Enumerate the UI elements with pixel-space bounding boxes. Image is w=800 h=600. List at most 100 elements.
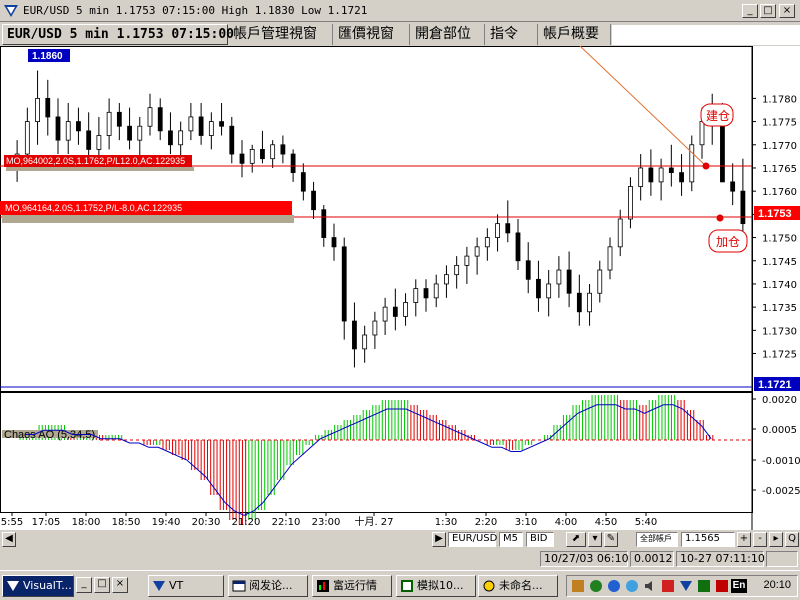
time-axis: 5:55 17:05 18:00 18:50 19:40 20:30 21:20 22:10 2… [1, 512, 657, 528]
tab-chart[interactable]: EUR/USD 5 min 1.1753 07:15:00 [2, 24, 234, 45]
dropdown-icon[interactable]: ▾ [588, 532, 602, 547]
order-label-2[interactable]: MO,964164,2.0S,1.1752,P/L-8.0,AC.122935 [5, 203, 182, 213]
add-point [716, 214, 724, 222]
candle-body [208, 121, 214, 136]
account-field[interactable]: 全部帳戶 [636, 532, 678, 547]
candle-body [249, 149, 255, 164]
price-tick-label: 1.1775 [762, 118, 797, 129]
vt-icon [153, 581, 165, 591]
status-datetime-1: 10/27/03 06:10 [540, 551, 629, 567]
candle-body [607, 246, 613, 271]
tray-shield-icon[interactable] [661, 579, 675, 593]
candle-body [331, 237, 337, 248]
candle-body [597, 269, 603, 294]
tray-network-icon[interactable] [589, 579, 603, 593]
price-tick-label: 1.1730 [762, 326, 797, 337]
candle-body [300, 172, 306, 192]
scroll-left-button[interactable]: ◀ [2, 532, 16, 547]
candle-body [556, 269, 562, 285]
task-quotes[interactable]: 富远行情 [312, 575, 392, 597]
ao-tick-label: -0.0010 [762, 456, 800, 467]
language-indicator[interactable]: En [731, 579, 747, 593]
task-demo[interactable]: 模拟10... [396, 575, 476, 597]
candle-body [86, 130, 92, 150]
tab-account-manager[interactable]: 帳戶管理視窗 [229, 24, 333, 45]
symbol-field[interactable]: EUR/USD [448, 532, 497, 547]
q-button[interactable]: Q [785, 532, 799, 547]
tab-orders[interactable]: 指令 [486, 24, 538, 45]
scroll-right-button[interactable]: ▶ [432, 532, 446, 547]
time-tick-label: 2:20 [475, 517, 497, 528]
candle-body [730, 181, 736, 192]
title-bar: EUR/USD 5 min 1.1753 07:15:00 High 1.183… [0, 0, 800, 22]
price-tick-label: 1.1745 [762, 257, 797, 268]
maximize-button[interactable]: □ [760, 4, 776, 18]
close-button[interactable]: × [779, 4, 795, 18]
time-tick-label: 1:30 [435, 517, 457, 528]
pencil-icon[interactable]: ✎ [604, 532, 618, 547]
tray-red-icon[interactable] [715, 579, 729, 593]
status-datetime-2: 10-27 07:11:10 [676, 551, 765, 567]
time-tick-label: 19:40 [152, 517, 181, 528]
task-vt[interactable]: VT [148, 575, 224, 597]
price-tick-label: 1.1760 [762, 187, 797, 198]
candle-body [576, 292, 582, 313]
task-untitled[interactable]: 未命名... [478, 575, 558, 597]
tray-ie-icon[interactable] [607, 579, 621, 593]
candle-body [392, 306, 398, 317]
candle-body [229, 125, 235, 155]
scroll-end-button[interactable]: ▸ [769, 532, 783, 547]
period-field[interactable]: M5 [499, 532, 523, 547]
candle-body [96, 135, 102, 150]
candle-body [536, 278, 541, 299]
candle-body [147, 107, 153, 127]
tray-app-icon[interactable] [571, 579, 585, 593]
tray-globe-icon[interactable] [625, 579, 639, 593]
tray-min-button[interactable]: _ [76, 577, 92, 593]
tray-vt-icon[interactable] [679, 579, 693, 593]
chart-area[interactable]: 1.17801.17751.17701.17651.17601.17551.17… [0, 46, 800, 530]
status-blank [766, 551, 798, 567]
price-chart[interactable]: 1.17801.17751.17701.17651.17601.17551.17… [0, 46, 800, 530]
candle-body [617, 218, 623, 248]
tray-restore-button[interactable]: □ [94, 577, 110, 593]
candle-body [382, 306, 388, 322]
tray-check-icon[interactable] [697, 579, 711, 593]
tray-sound-icon[interactable] [643, 579, 657, 593]
time-tick-label: 23:00 [312, 517, 341, 528]
taskbar-start[interactable]: VisualT... [2, 575, 74, 597]
candle-body [219, 121, 224, 127]
tab-account-summary[interactable]: 帳戶概要 [539, 24, 611, 45]
candle-body [464, 255, 470, 266]
side-field[interactable]: BID [526, 532, 554, 547]
candle-body [116, 111, 122, 127]
candle-body [137, 125, 143, 141]
order-label-1[interactable]: MO,964002,2.0S,1.1762,P/L12.0,AC.122935 [6, 156, 185, 166]
candle-body [546, 283, 552, 299]
paint-icon [483, 580, 495, 592]
tray-close-button[interactable]: × [112, 577, 128, 593]
order-label-1-shadow [6, 167, 194, 171]
increment-button[interactable]: + [737, 532, 751, 547]
candle-body [270, 144, 276, 160]
cursor-tool-button[interactable]: ⬈ [566, 532, 586, 547]
decrement-button[interactable]: - [753, 532, 767, 547]
status-value: 0.0012 [630, 551, 674, 567]
minimize-button[interactable]: _ [742, 4, 758, 18]
price-tick-label: 1.1750 [762, 234, 797, 245]
candle-body [433, 283, 439, 299]
tab-open-positions[interactable]: 開倉部位 [411, 24, 485, 45]
price-tick-label: 1.1780 [762, 94, 797, 105]
candle-body [76, 121, 81, 132]
open-label: 建仓 [706, 109, 730, 123]
value-field[interactable]: 1.1565 [681, 532, 735, 547]
tab-bar: EUR/USD 5 min 1.1753 07:15:00 帳戶管理視窗 匯價視… [0, 23, 800, 46]
tab-quotes[interactable]: 匯價視窗 [334, 24, 410, 45]
candle-body [198, 116, 204, 136]
task-forum[interactable]: 阅发论... [228, 575, 308, 597]
candle-body [587, 292, 592, 313]
candle-body [740, 190, 746, 225]
candle-body [311, 190, 316, 211]
candle-body [679, 172, 684, 183]
candle-body [505, 223, 511, 234]
